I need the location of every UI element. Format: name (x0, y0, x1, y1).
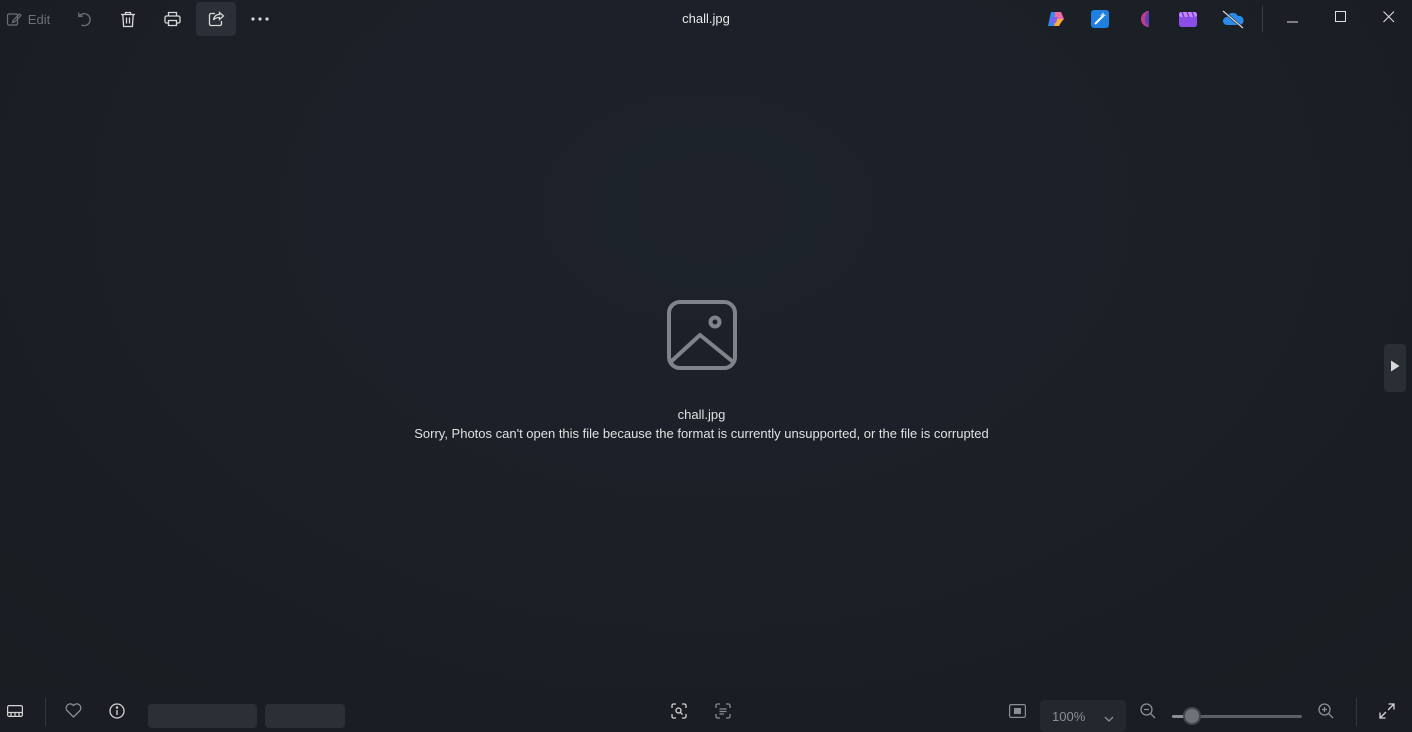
minimize-icon (1287, 10, 1299, 28)
error-filename: chall.jpg (677, 407, 726, 422)
filmstrip-icon (7, 704, 24, 722)
scan-text-button[interactable] (710, 700, 736, 726)
chevron-down-icon (1104, 710, 1114, 725)
error-message: Sorry, Photos can't open this file becau… (414, 426, 989, 441)
fit-to-window-icon (1008, 703, 1026, 723)
heart-icon (65, 703, 82, 723)
broken-image-icon (666, 299, 738, 371)
scan-text-icon (715, 702, 731, 724)
close-button[interactable] (1366, 0, 1412, 38)
minimize-button[interactable] (1270, 0, 1316, 38)
zoom-in-icon (1318, 702, 1334, 724)
close-icon (1383, 10, 1395, 28)
info-button[interactable] (104, 700, 130, 726)
clipchamp-icon[interactable] (1135, 9, 1155, 29)
next-image-button[interactable] (1384, 344, 1406, 392)
actual-size-button[interactable] (1004, 700, 1030, 726)
filmstrip-button[interactable] (2, 700, 28, 726)
top-toolbar: Edit chall.jpg (0, 0, 1412, 38)
zoom-out-icon (1140, 702, 1156, 724)
bottom-divider (45, 698, 46, 726)
bottom-toolbar: 100% (0, 692, 1412, 732)
play-arrow-icon (1390, 359, 1400, 377)
maximize-icon (1335, 10, 1347, 28)
expand-icon (1379, 702, 1395, 724)
zoom-level-value: 100% (1052, 708, 1086, 724)
zoom-out-button[interactable] (1135, 700, 1161, 726)
window-title: chall.jpg (682, 11, 730, 26)
designer-icon[interactable] (1090, 9, 1110, 29)
video-editor-icon[interactable] (1178, 9, 1198, 29)
zoom-in-button[interactable] (1313, 700, 1339, 726)
onedrive-icon[interactable] (1222, 9, 1244, 29)
visual-search-button[interactable] (666, 700, 692, 726)
favorite-button[interactable] (60, 700, 86, 726)
loading-placeholder (265, 704, 345, 728)
copilot-icon[interactable] (1046, 9, 1066, 29)
loading-placeholder (148, 704, 257, 728)
maximize-button[interactable] (1318, 0, 1364, 38)
bottom-divider (1356, 698, 1357, 726)
info-icon (109, 702, 125, 724)
fullscreen-button[interactable] (1374, 700, 1400, 726)
zoom-slider-thumb[interactable] (1182, 707, 1201, 725)
zoom-level-dropdown[interactable]: 100% (1040, 700, 1126, 732)
visual-search-icon (671, 702, 687, 724)
toolbar-divider (1262, 6, 1263, 32)
